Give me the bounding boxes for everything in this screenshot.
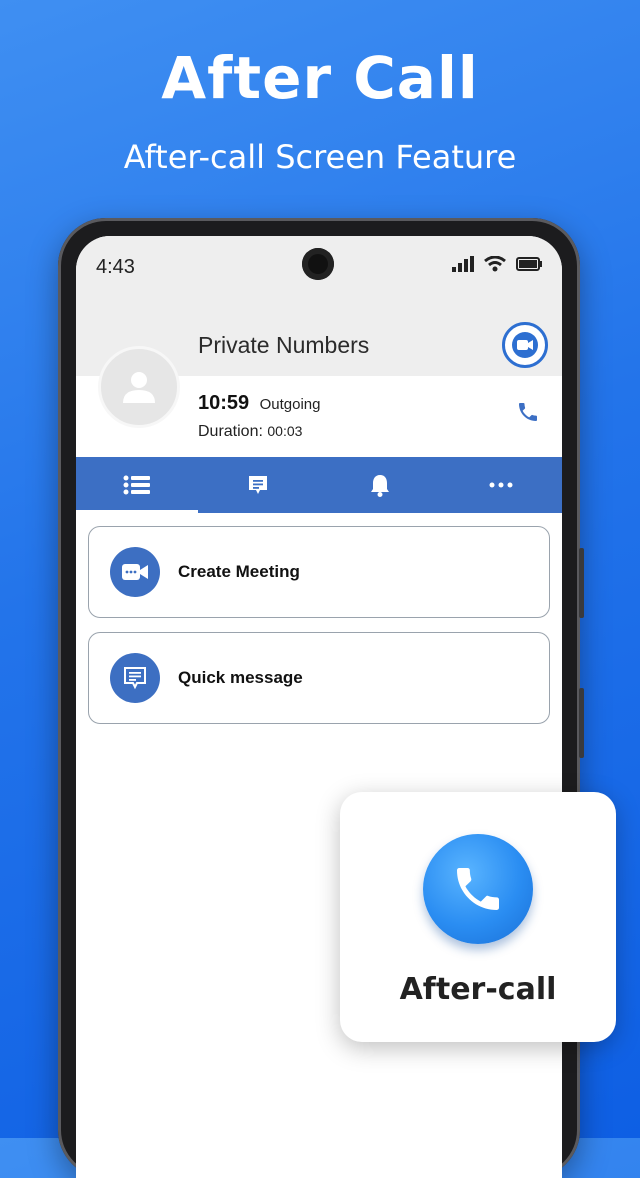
message-icon [249, 476, 268, 494]
call-info: 10:59 Outgoing Duration: 00:03 [198, 392, 321, 441]
status-time: 4:43 [96, 256, 135, 278]
wifi-icon [484, 256, 506, 272]
call-time: 10:59 [198, 392, 250, 414]
message-icon [124, 667, 146, 690]
promo-subheadline: After-call Screen Feature [123, 138, 517, 176]
tab-messages[interactable] [198, 457, 320, 513]
promo-headline: After Call [161, 44, 479, 112]
more-icon [489, 482, 513, 488]
contact-name: Private Numbers [198, 332, 370, 358]
duration-value: 00:03 [267, 423, 303, 439]
tab-bar [76, 457, 562, 513]
tab-more[interactable] [441, 457, 563, 513]
call-back-button[interactable] [516, 400, 540, 429]
quick-message-button[interactable]: Quick message [88, 632, 550, 724]
duration-label: Duration: [198, 423, 263, 440]
power-button [579, 688, 584, 758]
bell-icon [370, 475, 389, 497]
video-icon [512, 332, 538, 358]
quick-message-label: Quick message [178, 668, 303, 687]
list-icon [123, 475, 150, 495]
battery-icon [516, 257, 542, 271]
avatar [98, 346, 180, 428]
status-bar: 4:43 [76, 236, 562, 298]
create-meeting-button[interactable]: Create Meeting [88, 526, 550, 618]
video-call-button[interactable] [502, 322, 548, 368]
tab-reminders[interactable] [319, 457, 441, 513]
tab-list[interactable] [76, 457, 198, 513]
signal-icon [452, 256, 474, 272]
person-icon [123, 372, 155, 403]
phone-icon [457, 868, 499, 910]
volume-button [579, 548, 584, 618]
after-call-badge: After-call [340, 792, 616, 1042]
call-type: Outgoing [259, 396, 321, 413]
badge-label: After-call [399, 972, 557, 1007]
create-meeting-label: Create Meeting [178, 562, 300, 581]
front-camera [302, 248, 334, 280]
phone-icon [519, 403, 537, 421]
video-meeting-icon [122, 564, 148, 580]
